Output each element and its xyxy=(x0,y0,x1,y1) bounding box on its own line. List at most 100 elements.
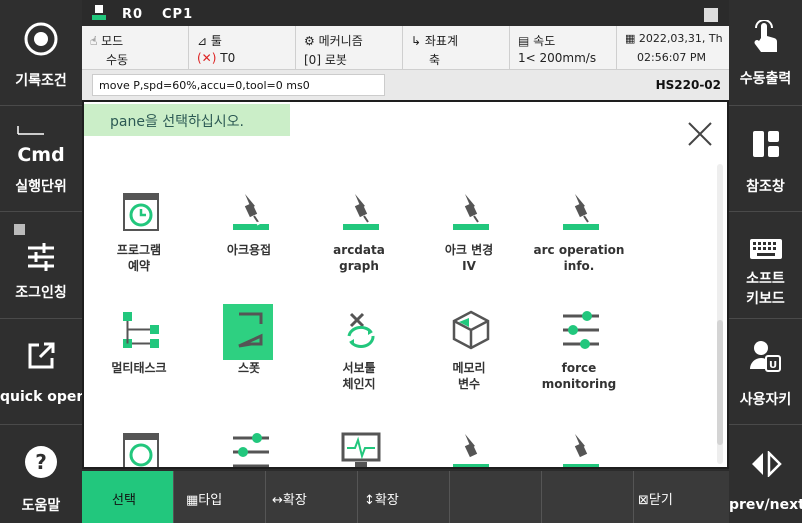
pane-item-force-monitoring[interactable]: force monitoring xyxy=(524,310,634,420)
pane-item-label: force monitoring xyxy=(541,361,617,391)
close-label: 닫기 xyxy=(648,493,673,508)
monitor-pulse-icon xyxy=(341,432,381,467)
arc-torch-icon xyxy=(563,194,599,230)
record-icon xyxy=(24,22,58,56)
jog-inching-label: 조그인칭 xyxy=(15,285,67,301)
pane-item-spot[interactable]: 스폿 xyxy=(194,304,304,420)
coordinate-cell[interactable]: ↳ 좌표계 축 xyxy=(403,26,510,70)
top-bar: R0 CP1 xyxy=(82,0,729,26)
memory-cube-icon xyxy=(452,310,490,350)
pane-item-row3-monitor[interactable] xyxy=(304,432,414,467)
pane-item-arc-operation-info[interactable]: arc operation info. xyxy=(524,192,634,302)
open-external-icon xyxy=(28,342,55,369)
axis-icon: ↳ xyxy=(411,34,422,48)
pane-item-program-reserve[interactable]: 프로그램 예약 xyxy=(84,192,194,302)
pane-item-servo-tool-change[interactable]: 서보툴 체인지 xyxy=(304,310,414,420)
pane-item-label: 아크용접 xyxy=(226,243,272,257)
cmd-exec-unit-button[interactable]: Cmd 실행단위 xyxy=(0,106,82,212)
reference-window-label: 참조창 xyxy=(746,179,785,195)
command-bar: move P,spd=60%,accu=0,tool=0 ms0 HS220-0… xyxy=(82,70,729,100)
status-bar: ☝ 모드 수동 ⊿ 툴 (✕) T0 ⚙ 메커니즘 [0] 로봇 ↳ 좌표계 축… xyxy=(82,26,729,70)
pane-item-row3-sliders[interactable] xyxy=(194,432,304,467)
window-icon[interactable] xyxy=(704,8,718,22)
soft-keyboard-label-1: 소프트 xyxy=(746,271,785,287)
tool-label: 툴 xyxy=(210,34,222,48)
model-label: HS220-02 xyxy=(655,78,721,92)
checkbox-indicator xyxy=(14,224,25,235)
close-icon[interactable] xyxy=(686,120,714,148)
user-key-button[interactable]: U 사용자키 xyxy=(729,319,802,425)
manual-output-label: 수동출력 xyxy=(739,71,792,87)
time-value: 02:56:07 PM xyxy=(637,51,707,64)
pane-item-label: 스폿 xyxy=(237,361,261,375)
manual-output-button[interactable]: 수동출력 xyxy=(729,0,802,106)
command-line-input[interactable]: move P,spd=60%,accu=0,tool=0 ms0 xyxy=(92,74,385,96)
quick-open-button[interactable]: quick open xyxy=(0,319,86,425)
reference-window-button[interactable]: 참조창 xyxy=(729,106,802,212)
scrollbar-thumb[interactable] xyxy=(717,320,723,445)
pane-item-label: 메모리 변수 xyxy=(452,361,486,391)
record-condition-label: 기록조건 xyxy=(15,73,67,89)
pane-item-memory-variable[interactable]: 메모리 변수 xyxy=(414,310,524,420)
select-label: 선택 xyxy=(112,493,136,508)
pane-item-arc-welding[interactable]: 아크용접 xyxy=(194,192,304,302)
touch-hand-icon xyxy=(754,20,777,52)
sliders-icon xyxy=(563,311,599,349)
pane-item-arc-change-iv[interactable]: 아크 변경 IV xyxy=(414,192,524,302)
close-button[interactable]: ⊠닫기 xyxy=(634,471,729,523)
pane-item-arcdata-graph[interactable]: arcdata graph xyxy=(304,192,414,302)
pane-item-multitask[interactable]: 멀티태스크 xyxy=(84,310,194,420)
help-label: 도움말 xyxy=(21,498,61,514)
cp-label: CP1 xyxy=(162,7,194,22)
multitask-icon xyxy=(123,312,159,348)
prev-next-button[interactable]: prev/next xyxy=(729,425,802,523)
keyboard-icon xyxy=(749,239,782,259)
close-box-icon: ⊠ xyxy=(638,493,649,508)
horizontal-expand-button[interactable]: ↔확장 xyxy=(266,471,358,523)
mechanism-label: 메커니즘 xyxy=(318,34,363,48)
cmd-title: Cmd xyxy=(17,144,65,166)
pane-item-label: 프로그램 예약 xyxy=(116,243,162,273)
type-button[interactable]: ▦타입 xyxy=(174,471,266,523)
schedule-icon xyxy=(123,433,159,467)
arc-torch-icon xyxy=(453,194,489,230)
tool-cell[interactable]: ⊿ 툴 (✕) T0 xyxy=(189,26,296,70)
pane-item-row3-torch-a[interactable] xyxy=(414,432,524,467)
tool-error-icon: (✕) xyxy=(197,51,217,65)
coordinate-value: 축 xyxy=(429,53,441,67)
speed-cell[interactable]: ▤ 속도 1< 200mm/s xyxy=(510,26,617,70)
sliders-icon xyxy=(233,433,269,467)
prev-next-icon xyxy=(751,451,782,477)
arc-torch-icon xyxy=(233,194,269,230)
pane-item-row3-torch-b[interactable] xyxy=(524,432,634,467)
speed-label: 속도 xyxy=(533,34,556,48)
robot-number: R0 xyxy=(122,7,144,22)
spot-icon xyxy=(238,312,263,348)
arc-torch-icon xyxy=(343,194,379,230)
mode-label: 모드 xyxy=(101,34,124,48)
select-button[interactable]: 선택 xyxy=(82,471,174,523)
pane-item-label: 멀티태스크 xyxy=(111,361,167,375)
schedule-icon xyxy=(123,193,159,231)
pane-item-row3-schedule[interactable] xyxy=(84,432,194,467)
robot-arm-icon: ⚙ xyxy=(304,34,315,48)
jog-inching-button[interactable]: 조그인칭 xyxy=(0,212,82,319)
speed-icon: ▤ xyxy=(518,34,530,48)
left-panel: 기록조건 Cmd 실행단위 조그인칭 quick open ? 도움말 xyxy=(0,0,86,523)
mechanism-cell[interactable]: ⚙ 메커니즘 [0] 로봇 xyxy=(296,26,403,70)
arc-torch-icon xyxy=(453,434,489,467)
record-condition-button[interactable]: 기록조건 xyxy=(0,0,82,106)
bottom-toolbar: 선택 ▦타입 ↔확장 ↕확장 ⊠닫기 xyxy=(82,471,729,523)
type-label: 타입 xyxy=(198,493,223,508)
user-key-label: 사용자키 xyxy=(739,392,792,408)
pane-hint: pane을 선택하십시오. xyxy=(84,104,290,136)
sliders-icon xyxy=(28,243,54,271)
mode-cell[interactable]: ☝ 모드 수동 xyxy=(82,26,189,70)
empty-slot-1 xyxy=(450,471,542,523)
help-icon: ? xyxy=(25,446,57,478)
help-button[interactable]: ? 도움말 xyxy=(0,425,82,523)
soft-keyboard-button[interactable]: 소프트 키보드 xyxy=(729,212,802,319)
mechanism-value: [0] 로봇 xyxy=(304,53,347,67)
horizontal-expand-label: 확장 xyxy=(282,493,307,508)
vertical-expand-button[interactable]: ↕확장 xyxy=(358,471,450,523)
